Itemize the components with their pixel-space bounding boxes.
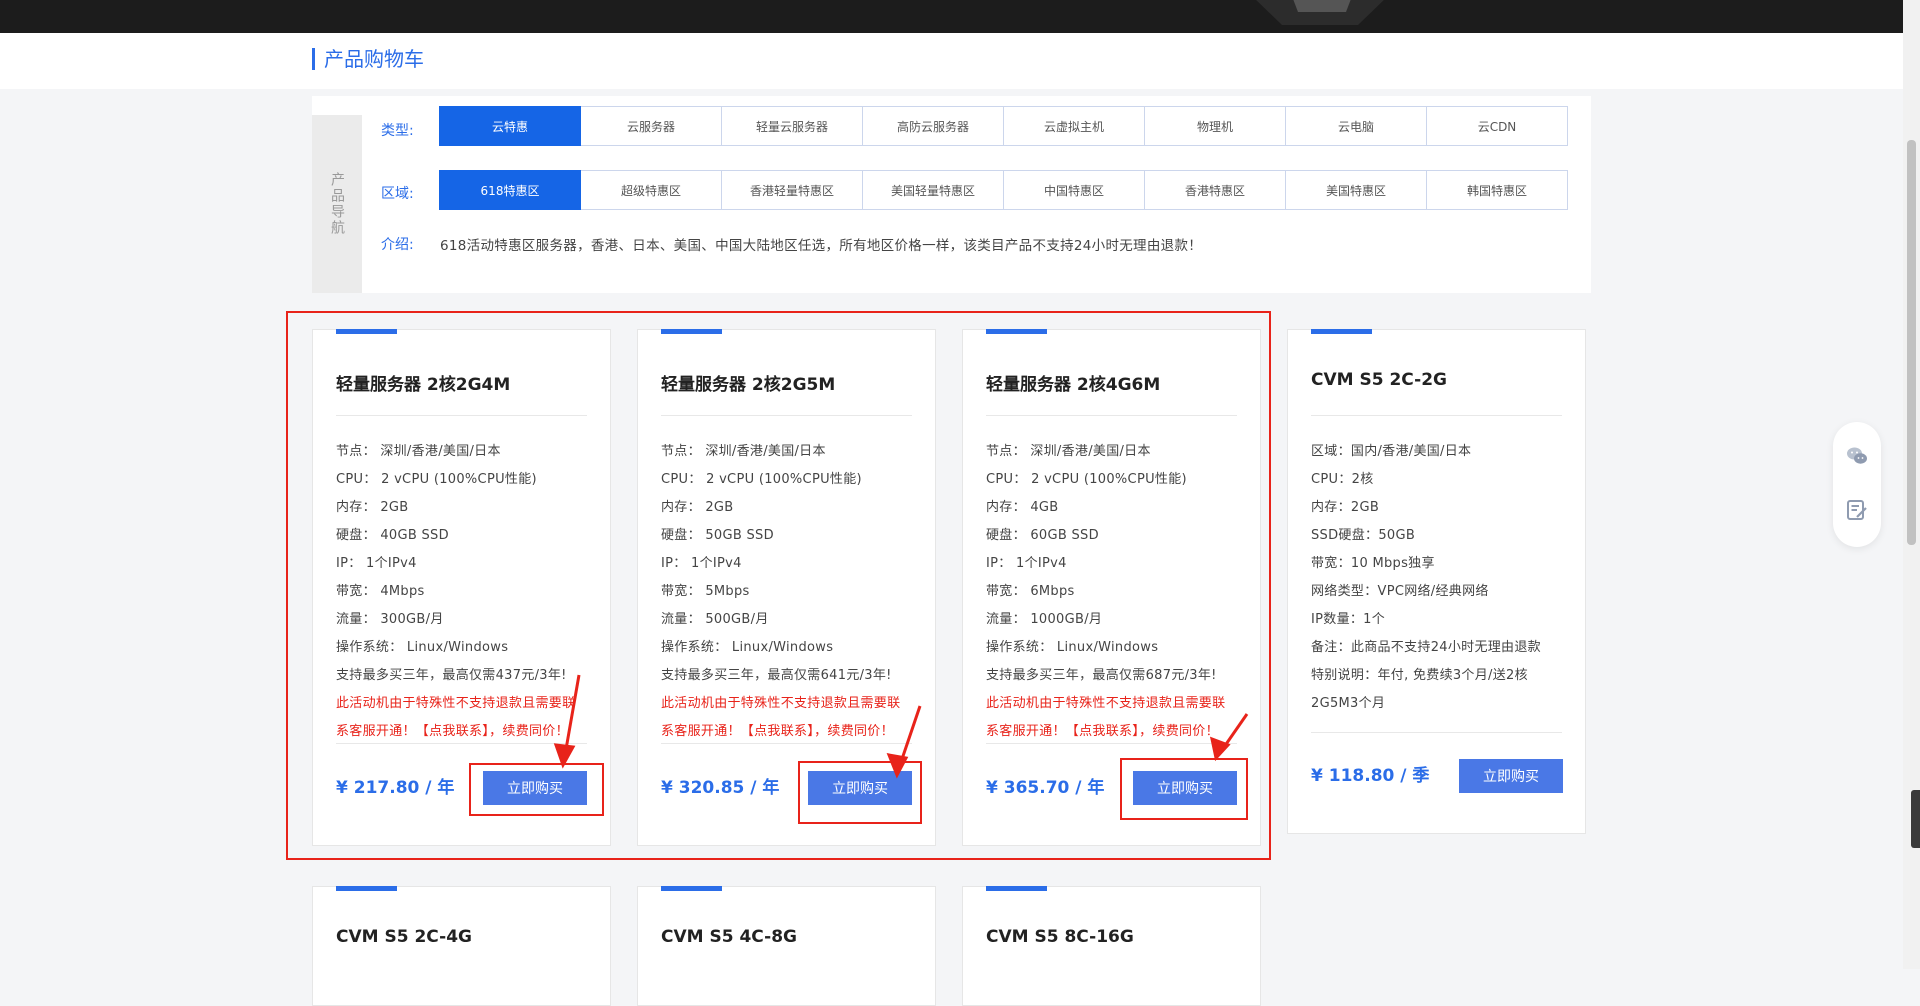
- annotation-arrows: [553, 674, 1249, 779]
- floating-toolbar: [1833, 422, 1881, 547]
- annotation-arrow-head: [553, 743, 576, 769]
- side-widget-tab[interactable]: [1911, 790, 1920, 848]
- annotation-arrow-head: [1209, 736, 1231, 762]
- annotation-arrow: [563, 674, 581, 756]
- note-edit-icon[interactable]: [1845, 498, 1869, 522]
- annotation-arrow-head: [886, 753, 909, 779]
- wechat-icon[interactable]: [1845, 444, 1869, 468]
- scrollbar-thumb[interactable]: [1907, 140, 1916, 545]
- tab-type-yun-tehui[interactable]: 云特惠: [439, 106, 581, 146]
- tab-region-618[interactable]: 618特惠区: [439, 170, 581, 210]
